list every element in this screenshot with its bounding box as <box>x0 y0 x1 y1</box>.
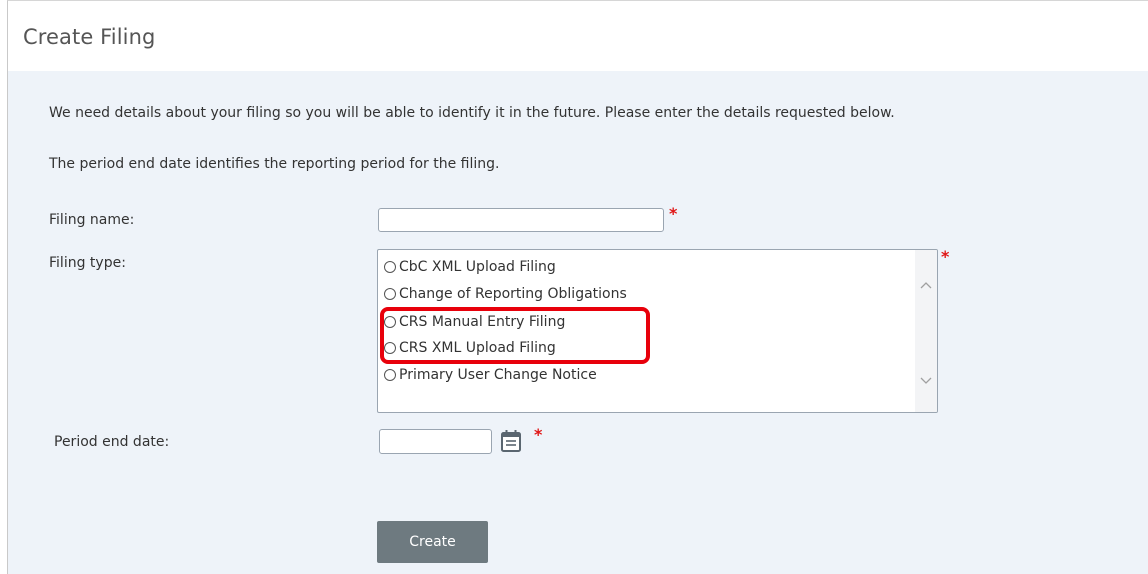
required-marker: * <box>669 204 678 223</box>
radio-button[interactable] <box>384 369 396 381</box>
chevron-down-icon[interactable] <box>919 374 933 388</box>
listbox-scrollbar[interactable] <box>915 250 937 412</box>
required-marker: * <box>941 247 950 266</box>
option-primary-user-change-notice[interactable]: Primary User Change Notice <box>384 364 597 386</box>
page-title: Create Filing <box>23 25 156 49</box>
filing-name-label: Filing name: <box>49 212 135 228</box>
period-info-text: The period end date identifies the repor… <box>49 156 500 172</box>
chevron-up-icon[interactable] <box>919 278 933 292</box>
option-label: Change of Reporting Obligations <box>399 286 627 302</box>
radio-button[interactable] <box>384 288 396 300</box>
filing-type-label: Filing type: <box>49 255 126 271</box>
filing-name-input[interactable] <box>378 208 664 232</box>
period-end-date-input[interactable] <box>379 429 492 454</box>
required-marker: * <box>534 425 543 444</box>
calendar-icon[interactable] <box>499 428 523 454</box>
intro-text: We need details about your filing so you… <box>49 105 895 121</box>
create-button[interactable]: Create <box>377 521 488 563</box>
highlight-box <box>380 307 650 364</box>
option-label: CbC XML Upload Filing <box>399 259 556 275</box>
panel-header: Create Filing <box>8 1 1148 71</box>
option-change-of-reporting-obligations[interactable]: Change of Reporting Obligations <box>384 283 627 305</box>
radio-button[interactable] <box>384 261 396 273</box>
option-label: Primary User Change Notice <box>399 367 597 383</box>
option-cbc-xml-upload-filing[interactable]: CbC XML Upload Filing <box>384 256 556 278</box>
create-filing-panel: Create Filing We need details about your… <box>7 0 1148 574</box>
period-end-date-label: Period end date: <box>54 434 170 450</box>
